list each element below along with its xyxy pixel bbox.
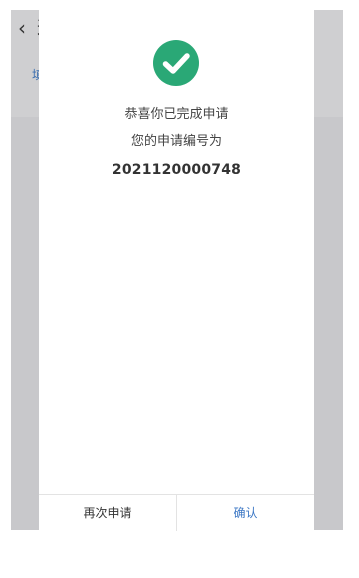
success-dialog: 恭喜你已完成申请 您的申请编号为 2021120000748 再次申请 确认 bbox=[39, 10, 314, 531]
confirm-button[interactable]: 确认 bbox=[177, 495, 314, 531]
application-number: 2021120000748 bbox=[111, 162, 242, 178]
back-chevron-icon[interactable]: ‹ bbox=[18, 18, 26, 38]
dialog-footer: 再次申请 确认 bbox=[39, 494, 314, 531]
reapply-button[interactable]: 再次申请 bbox=[39, 495, 177, 531]
congrats-message: 恭喜你已完成申请 bbox=[124, 107, 229, 122]
check-circle-icon bbox=[153, 40, 199, 86]
application-number-label: 您的申请编号为 bbox=[130, 134, 222, 149]
screen: ‹ 这 填 恭喜你已完成申请 您的申请编号为 2021120000748 再次申… bbox=[0, 0, 359, 578]
